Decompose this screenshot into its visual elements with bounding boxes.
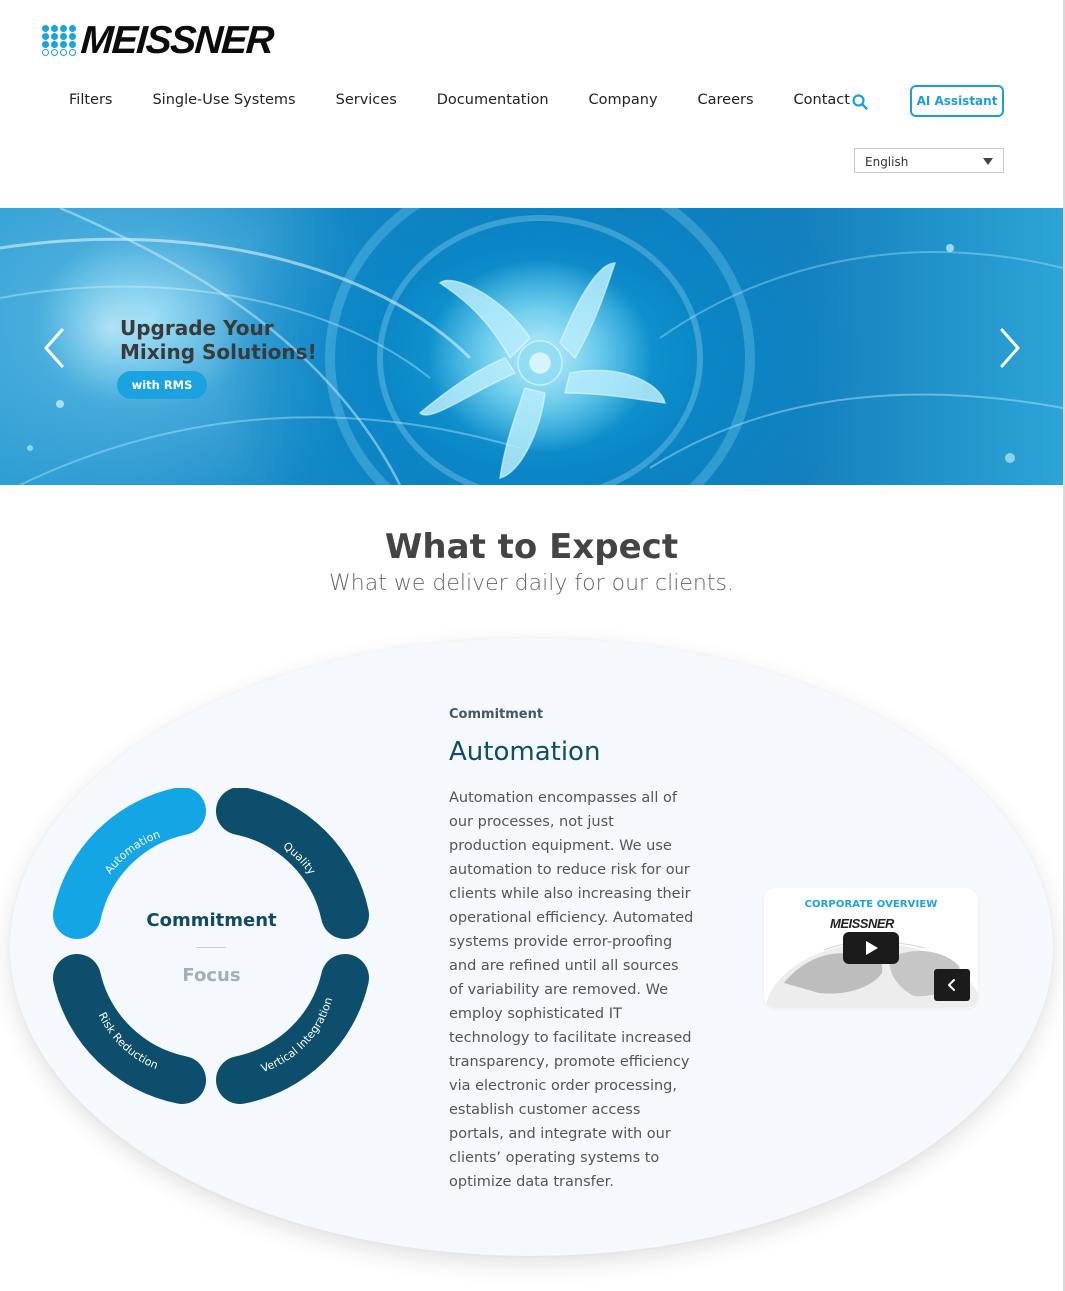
section-subtitle: What we deliver daily for our clients. (329, 571, 734, 596)
hero-title: Upgrade Your Mixing Solutions! (120, 316, 317, 364)
wheel-segment-automation[interactable] (53, 788, 206, 939)
nav-item-services[interactable]: Services (336, 92, 397, 108)
hero-title-line2: Mixing Solutions! (120, 340, 317, 364)
ai-assistant-button[interactable]: AI Assistant (910, 85, 1004, 117)
video-label: CORPORATE OVERVIEW (804, 899, 938, 910)
play-icon (866, 941, 878, 955)
language-select[interactable]: English (854, 148, 1004, 173)
chevron-left-icon (948, 979, 955, 991)
video-prev-button[interactable] (934, 969, 970, 1001)
wheel-tab-commitment[interactable]: Commitment (110, 910, 313, 931)
search-icon[interactable] (851, 93, 869, 111)
nav-item-filters[interactable]: Filters (69, 92, 112, 108)
hero-banner: Upgrade Your Mixing Solutions! with RMS (0, 208, 1063, 485)
play-button[interactable] (843, 932, 899, 964)
section-title: What to Expect (384, 527, 679, 567)
nav-item-careers[interactable]: Careers (698, 92, 754, 108)
wheel-segment-risk-reduction[interactable] (53, 954, 206, 1104)
logo-dots-icon (42, 24, 77, 56)
wheel-tab-focus[interactable]: Focus (110, 965, 313, 986)
wheel-segment-quality[interactable] (216, 788, 369, 939)
commitment-wheel: Automation Quality Risk Reduction Vertic… (53, 788, 369, 1104)
nav-item-single-use-systems[interactable]: Single-Use Systems (152, 92, 295, 108)
wheel-divider (196, 947, 226, 948)
nav-item-company[interactable]: Company (589, 92, 658, 108)
language-select-value: English (865, 155, 909, 169)
meissner-logo[interactable]: MEISSNER (42, 18, 275, 62)
nav-item-documentation[interactable]: Documentation (437, 92, 549, 108)
detail-body: Automation encompasses all of our proces… (449, 790, 694, 1190)
detail-category: Commitment (449, 707, 544, 722)
wheel-segment-vertical-integration[interactable] (216, 954, 369, 1104)
hero-title-line1: Upgrade Your (120, 316, 274, 340)
hero-cta-button[interactable]: with RMS (117, 371, 207, 399)
chevron-left-icon[interactable] (40, 326, 70, 370)
detail-heading: Automation (449, 737, 601, 767)
logo-text: MEISSNER (79, 18, 275, 62)
chevron-down-icon (983, 158, 993, 165)
video-logo: MEISSNER (830, 916, 894, 931)
nav-item-contact[interactable]: Contact (794, 92, 850, 108)
chevron-right-icon[interactable] (994, 326, 1024, 370)
main-nav: Filters Single-Use Systems Services Docu… (69, 92, 850, 108)
